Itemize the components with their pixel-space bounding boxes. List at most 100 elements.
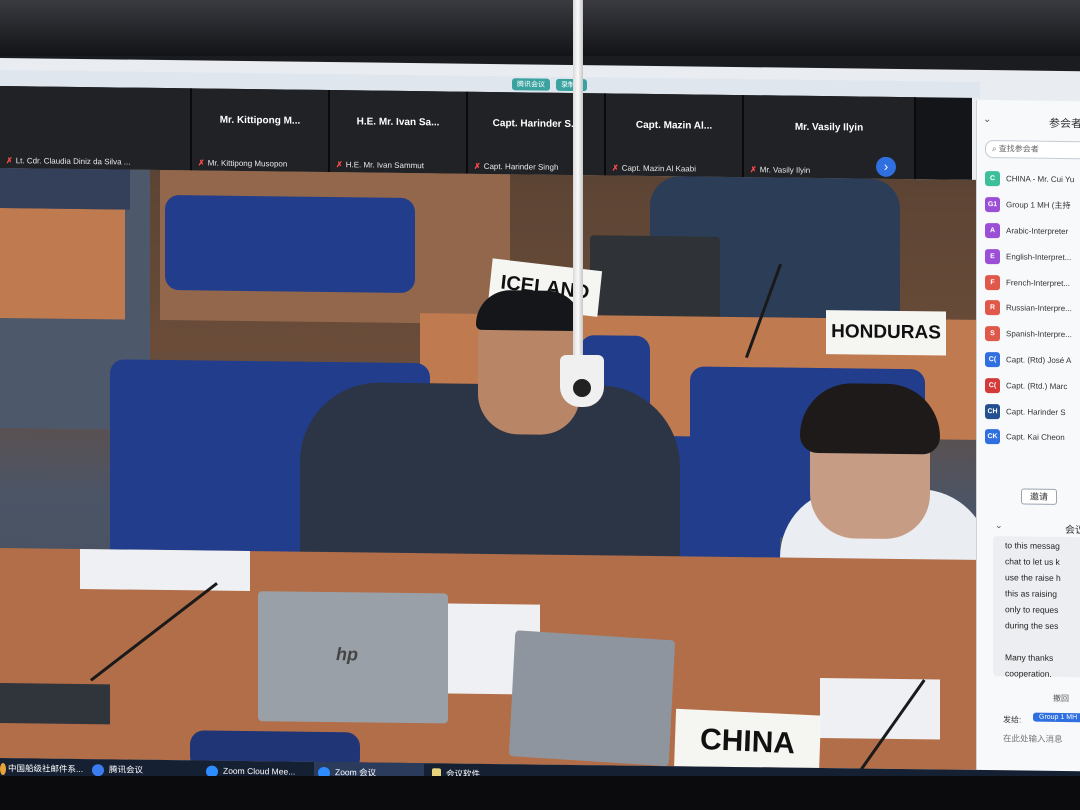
delegate-left	[0, 168, 130, 210]
chat-line: only to reques	[1005, 604, 1059, 615]
list-item[interactable]: C CHINA - Mr. Cui Yu	[985, 166, 1080, 193]
list-item[interactable]: CK Capt. Kai Cheon	[985, 424, 1080, 451]
tile-name-label: ✗ Capt. Mazin Al Kaabi	[612, 163, 696, 173]
tile-name-label: ✗ Mr. Vasily Ilyin	[750, 165, 810, 175]
avatar: CH	[985, 403, 1000, 419]
camera-lens	[573, 379, 591, 397]
muted-mic-icon: ✗	[750, 165, 757, 175]
next-page-arrow-icon[interactable]: ›	[876, 156, 896, 177]
participants-title: 参会者	[1049, 117, 1080, 131]
placard: CHINA	[673, 708, 822, 770]
muted-mic-icon: ✗	[336, 160, 343, 170]
participant-list: C CHINA - Mr. Cui Yu G1 Group 1 MH (主持 A Ar…	[985, 166, 1080, 451]
placard: HONDURAS	[826, 310, 946, 356]
document	[820, 678, 940, 740]
video-tile[interactable]: ✗ Lt. Cdr. Claudia Diniz da Silva ...	[0, 86, 192, 171]
list-item[interactable]: C(Capt. (Rtd.) Marc	[985, 372, 1080, 399]
tile-display-name: Mr. Vasily Ilyin	[794, 121, 864, 134]
list-item[interactable]: A Arabic-Interpreter	[985, 218, 1080, 245]
muted-mic-icon: ✗	[198, 158, 205, 168]
chat-message-input[interactable]: 在此处输入消息	[1003, 732, 1063, 745]
list-item[interactable]: S Spanish-Interpre...	[985, 321, 1080, 348]
avatar: E	[985, 248, 1000, 264]
side-panel: ⌄ 参会者 ⌕ 查找参会者 C CHINA - Mr. Cui Yu G1 Grou…	[976, 99, 1080, 781]
tile-display-name: H.E. Mr. Ivan Sa...	[356, 116, 440, 129]
list-item[interactable]: C( Capt. (Rtd) José A	[985, 347, 1080, 374]
participant-name: Capt. Kai Cheon	[1006, 432, 1065, 443]
laptop	[508, 630, 676, 767]
avatar: CK	[985, 429, 1000, 445]
tile-name-label: ✗ Lt. Cdr. Claudia Diniz da Silva ...	[6, 156, 130, 167]
send-to-select[interactable]: Group 1 MH	[1033, 712, 1080, 723]
chair	[165, 195, 415, 294]
participant-name: Spanish-Interpre...	[1006, 329, 1072, 340]
participant-name: CHINA - Mr. Cui Yu	[1006, 174, 1075, 185]
chat-line: to this messag	[1005, 540, 1060, 551]
tile-name-label: ✗ Capt. Harinder Singh	[474, 162, 558, 172]
taskbar-label: 腾讯会议	[109, 764, 144, 775]
document	[80, 548, 250, 592]
search-icon: ⌕	[992, 144, 999, 154]
tile-display-name: Mr. Kittipong M...	[219, 114, 301, 127]
taskbar-label: 中国船级社邮件系...	[8, 763, 84, 775]
list-item[interactable]: F French-Interpret...	[985, 269, 1080, 296]
video-tile[interactable]: H.E. Mr. Ivan Sa... ✗ H.E. Mr. Ivan Sammu…	[330, 90, 468, 174]
participant-name: English-Interpret...	[1006, 252, 1072, 262]
avatar: C(	[985, 377, 1000, 393]
chat-line: use the raise h	[1005, 572, 1061, 583]
chat-line: cooperation.	[1005, 668, 1052, 679]
list-item[interactable]: E English-Interpret...	[985, 243, 1080, 270]
chat-line: during the ses	[1005, 620, 1059, 631]
main-video-feed: ICELAND HONDURAS hp CHINA	[0, 168, 976, 770]
tile-name: H.E. Mr. Ivan Sammut	[345, 160, 424, 171]
chat-line: chat to let us k	[1005, 556, 1060, 567]
taskbar-label: Zoom Cloud Mee...	[223, 765, 296, 777]
panel-collapse-icon[interactable]: ⌄	[983, 114, 991, 125]
avatar: S	[985, 326, 1000, 342]
chat-collapse-icon[interactable]: ⌄	[995, 520, 1003, 531]
video-tile[interactable]: Capt. Mazin Al... ✗ Capt. Mazin Al Kaabi	[606, 93, 744, 178]
participant-name: Group 1 MH (主持	[1006, 200, 1071, 211]
avatar: R	[985, 300, 1000, 316]
ceiling-camera	[560, 355, 604, 407]
chat-line: this as raising	[1005, 588, 1057, 599]
list-item[interactable]: CH Capt. Harinder S	[985, 398, 1080, 425]
recall-link[interactable]: 撤回	[1053, 693, 1069, 704]
participant-search-input[interactable]: ⌕ 查找参会者	[985, 140, 1080, 160]
invite-button[interactable]: 邀请	[1021, 488, 1057, 505]
tile-display-name: Capt. Harinder S...	[492, 118, 580, 131]
tile-name: Capt. Harinder Singh	[483, 161, 559, 172]
video-tile[interactable]: Mr. Kittipong M... ✗ Mr. Kittipong Musopo…	[192, 88, 330, 173]
mail-app-icon	[0, 762, 6, 775]
tile-name: Lt. Cdr. Claudia Diniz da Silva ...	[15, 156, 131, 167]
meeting-app-tag: 腾讯会议	[512, 78, 550, 91]
tile-name: Capt. Mazin Al Kaabi	[621, 163, 696, 174]
participant-gallery: ✗ Lt. Cdr. Claudia Diniz da Silva ... Mr.…	[0, 86, 972, 180]
list-item[interactable]: G1 Group 1 MH (主持	[985, 192, 1080, 219]
tile-display-name: Capt. Mazin Al...	[635, 119, 713, 132]
hp-logo: hp	[336, 644, 358, 665]
avatar: C	[985, 171, 1000, 187]
avatar: G1	[985, 197, 1000, 213]
tile-name-label: ✗ H.E. Mr. Ivan Sammut	[336, 160, 424, 170]
avatar: C(	[985, 352, 1000, 368]
laptop	[590, 235, 720, 327]
delegate-hair	[476, 289, 582, 332]
participant-name: Capt. Harinder S	[1006, 406, 1066, 417]
list-item[interactable]: R Russian-Interpre...	[985, 295, 1080, 322]
screen: 腾讯会议 录制中 ✗ Lt. Cdr. Claudia Diniz da Silv…	[0, 58, 1080, 792]
muted-mic-icon: ✗	[6, 156, 13, 166]
chat-line: Many thanks	[1005, 652, 1054, 663]
participant-name: French-Interpret...	[1006, 277, 1071, 288]
laptop: hp	[258, 591, 448, 724]
participant-name: Capt. (Rtd) José A	[1006, 355, 1072, 366]
chat-title: 会议	[1065, 525, 1080, 537]
video-tile[interactable]: Capt. Harinder S... ✗ Capt. Harinder Sing…	[468, 91, 606, 176]
avatar: A	[985, 223, 1000, 239]
participant-name: Arabic-Interpreter	[1006, 226, 1069, 237]
search-placeholder: 查找参会者	[998, 144, 1039, 154]
participant-name: Russian-Interpre...	[1006, 303, 1072, 314]
desk-power-outlet	[0, 683, 110, 725]
tile-name: Mr. Vasily Ilyin	[759, 165, 811, 175]
avatar: F	[985, 274, 1000, 290]
